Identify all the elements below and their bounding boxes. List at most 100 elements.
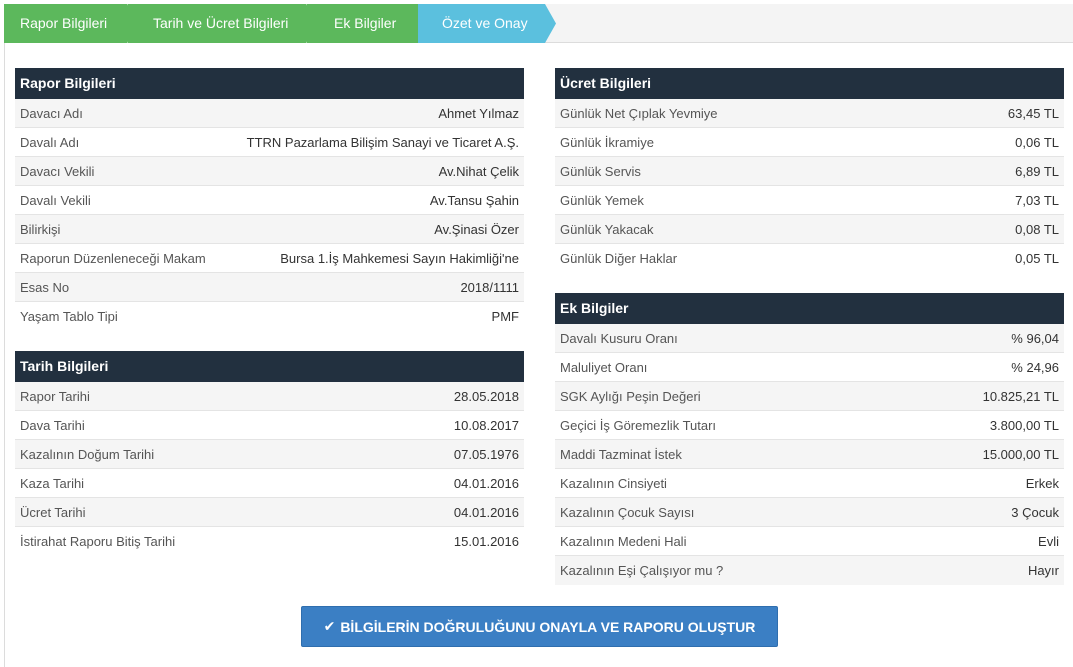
row-value: 28.05.2018	[453, 389, 519, 404]
row-value: 63,45 TL	[1007, 106, 1059, 121]
table-row: Günlük İkramiye 0,06 TL	[555, 128, 1064, 157]
wizard-step-rapor-bilgileri[interactable]: Rapor Bilgileri	[4, 4, 140, 43]
ucret-bilgileri-table: Günlük Net Çıplak Yevmiye 63,45 TL Günlük …	[555, 99, 1064, 273]
table-row: Esas No 2018/1111	[15, 273, 524, 302]
row-value: 07.05.1976	[453, 447, 519, 462]
ek-bilgiler-panel: Ek Bilgiler Davalı Kusuru Oranı % 96,04 Ma…	[555, 293, 1064, 585]
row-value: 0,08 TL	[1015, 222, 1059, 237]
table-row: Bilirkişi Av.Şinasi Özer	[15, 215, 524, 244]
wizard-step-label: Özet ve Onay	[442, 15, 528, 31]
row-label: İstirahat Raporu Bitiş Tarihi	[20, 534, 176, 549]
row-label: Günlük Yemek	[560, 193, 644, 208]
row-value: Av.Nihat Çelik	[438, 164, 519, 179]
row-value: Evli	[1038, 534, 1059, 549]
table-row: Davalı Vekili Av.Tansu Şahin	[15, 186, 524, 215]
table-row: Yaşam Tablo Tipi PMF	[15, 302, 524, 331]
row-value: 3 Çocuk	[1011, 505, 1059, 520]
table-row: Davacı Adı Ahmet Yılmaz	[15, 99, 524, 128]
row-value: PMF	[491, 309, 519, 324]
row-value: 0,05 TL	[1015, 251, 1059, 266]
row-value: Av.Tansu Şahin	[429, 193, 519, 208]
table-row: Rapor Tarihi 28.05.2018	[15, 382, 524, 411]
table-row: Davalı Adı TTRN Pazarlama Bilişim Sanayi …	[15, 128, 524, 157]
row-label: Maddi Tazminat İstek	[560, 447, 682, 462]
row-label: Davalı Adı	[20, 135, 80, 150]
wizard-steps: Rapor Bilgileri Tarih ve Ücret Bilgileri…	[4, 4, 1073, 43]
table-row: Kazalının Eşi Çalışıyor mu ? Hayır	[555, 556, 1064, 585]
tarih-bilgileri-table: Rapor Tarihi 28.05.2018 Dava Tarihi 10.08.2…	[15, 382, 524, 556]
wizard-step-label: Tarih ve Ücret Bilgileri	[153, 15, 289, 31]
row-value: 0,06 TL	[1015, 135, 1059, 150]
panel-title: Tarih Bilgileri	[15, 351, 524, 382]
row-label: Kazalının Eşi Çalışıyor mu ?	[560, 563, 724, 578]
row-label: Geçici İş Göremezlik Tutarı	[560, 418, 717, 433]
wizard-step-tarih-ucret[interactable]: Tarih ve Ücret Bilgileri	[128, 4, 319, 43]
row-value: 7,03 TL	[1015, 193, 1059, 208]
row-label: Davalı Vekili	[20, 193, 91, 208]
row-label: Kaza Tarihi	[20, 476, 85, 491]
table-row: İstirahat Raporu Bitiş Tarihi 15.01.2016	[15, 527, 524, 556]
row-label: Kazalının Cinsiyeti	[560, 476, 667, 491]
row-value: Hayır	[1027, 563, 1059, 578]
table-row: Kazalının Medeni Hali Evli	[555, 527, 1064, 556]
confirm-and-create-report-button[interactable]: ✔ BİLGİLERİN DOĞRULUĞUNU ONAYLA VE RAPOR…	[301, 606, 778, 647]
row-label: Ücret Tarihi	[20, 505, 86, 520]
row-label: Davacı Adı	[20, 106, 83, 121]
table-row: Kazalının Çocuk Sayısı 3 Çocuk	[555, 498, 1064, 527]
row-label: Davacı Vekili	[20, 164, 95, 179]
row-label: Günlük Servis	[560, 164, 641, 179]
row-value: % 96,04	[1011, 331, 1059, 346]
wizard-step-ek-bilgiler[interactable]: Ek Bilgiler	[307, 4, 432, 43]
rapor-bilgileri-panel: Rapor Bilgileri Davacı Adı Ahmet Yılmaz Da…	[15, 68, 524, 331]
row-label: Raporun Düzenleneceği Makam	[20, 251, 206, 266]
wizard-step-ozet-onay[interactable]: Özet ve Onay	[418, 4, 558, 43]
confirm-button-label: BİLGİLERİN DOĞRULUĞUNU ONAYLA VE RAPORU …	[340, 618, 756, 635]
table-row: Günlük Yemek 7,03 TL	[555, 186, 1064, 215]
row-label: Rapor Tarihi	[20, 389, 90, 404]
row-value: TTRN Pazarlama Bilişim Sanayi ve Ticaret…	[246, 135, 519, 150]
table-row: Maluliyet Oranı % 24,96	[555, 353, 1064, 382]
table-row: Kaza Tarihi 04.01.2016	[15, 469, 524, 498]
row-value: Erkek	[1025, 476, 1059, 491]
wizard-step-label: Ek Bilgiler	[334, 15, 397, 31]
table-row: Maddi Tazminat İstek 15.000,00 TL	[555, 440, 1064, 469]
table-row: Günlük Net Çıplak Yevmiye 63,45 TL	[555, 99, 1064, 128]
row-value: Bursa 1.İş Mahkemesi Sayın Hakimliği'ne	[280, 251, 519, 266]
row-value: 15.01.2016	[453, 534, 519, 549]
row-label: Günlük Net Çıplak Yevmiye	[560, 106, 718, 121]
row-value: 10.825,21 TL	[982, 389, 1059, 404]
table-row: Kazalının Doğum Tarihi 07.05.1976	[15, 440, 524, 469]
ek-bilgiler-table: Davalı Kusuru Oranı % 96,04 Maluliyet Oran…	[555, 324, 1064, 585]
row-value: 6,89 TL	[1015, 164, 1059, 179]
wizard-step-label: Rapor Bilgileri	[20, 15, 108, 31]
table-row: Raporun Düzenleneceği Makam Bursa 1.İş Ma…	[15, 244, 524, 273]
panel-title: Ücret Bilgileri	[555, 68, 1064, 99]
check-icon: ✔	[323, 618, 336, 634]
row-label: Davalı Kusuru Oranı	[560, 331, 678, 346]
row-label: Kazalının Doğum Tarihi	[20, 447, 155, 462]
row-value: 10.08.2017	[453, 418, 519, 433]
table-row: Davacı Vekili Av.Nihat Çelik	[15, 157, 524, 186]
row-label: Esas No	[20, 280, 70, 295]
table-row: Günlük Diğer Haklar 0,05 TL	[555, 244, 1064, 273]
table-row: Geçici İş Göremezlik Tutarı 3.800,00 TL	[555, 411, 1064, 440]
tarih-bilgileri-panel: Tarih Bilgileri Rapor Tarihi 28.05.2018 Da…	[15, 351, 524, 556]
row-value: 04.01.2016	[453, 505, 519, 520]
row-value: 04.01.2016	[453, 476, 519, 491]
table-row: Davalı Kusuru Oranı % 96,04	[555, 324, 1064, 353]
row-label: SGK Aylığı Peşin Değeri	[560, 389, 701, 404]
row-label: Günlük İkramiye	[560, 135, 654, 150]
table-row: Dava Tarihi 10.08.2017	[15, 411, 524, 440]
row-value: Ahmet Yılmaz	[438, 106, 519, 121]
panel-title: Ek Bilgiler	[555, 293, 1064, 324]
ucret-bilgileri-panel: Ücret Bilgileri Günlük Net Çıplak Yevmiy…	[555, 68, 1064, 273]
table-row: Ücret Tarihi 04.01.2016	[15, 498, 524, 527]
row-value: 15.000,00 TL	[982, 447, 1059, 462]
rapor-bilgileri-table: Davacı Adı Ahmet Yılmaz Davalı Adı TTRN Paz…	[15, 99, 524, 331]
row-label: Günlük Yakacak	[560, 222, 654, 237]
panel-title: Rapor Bilgileri	[15, 68, 524, 99]
row-label: Maluliyet Oranı	[560, 360, 648, 375]
row-label: Dava Tarihi	[20, 418, 85, 433]
row-label: Bilirkişi	[20, 222, 61, 237]
table-row: Günlük Servis 6,89 TL	[555, 157, 1064, 186]
